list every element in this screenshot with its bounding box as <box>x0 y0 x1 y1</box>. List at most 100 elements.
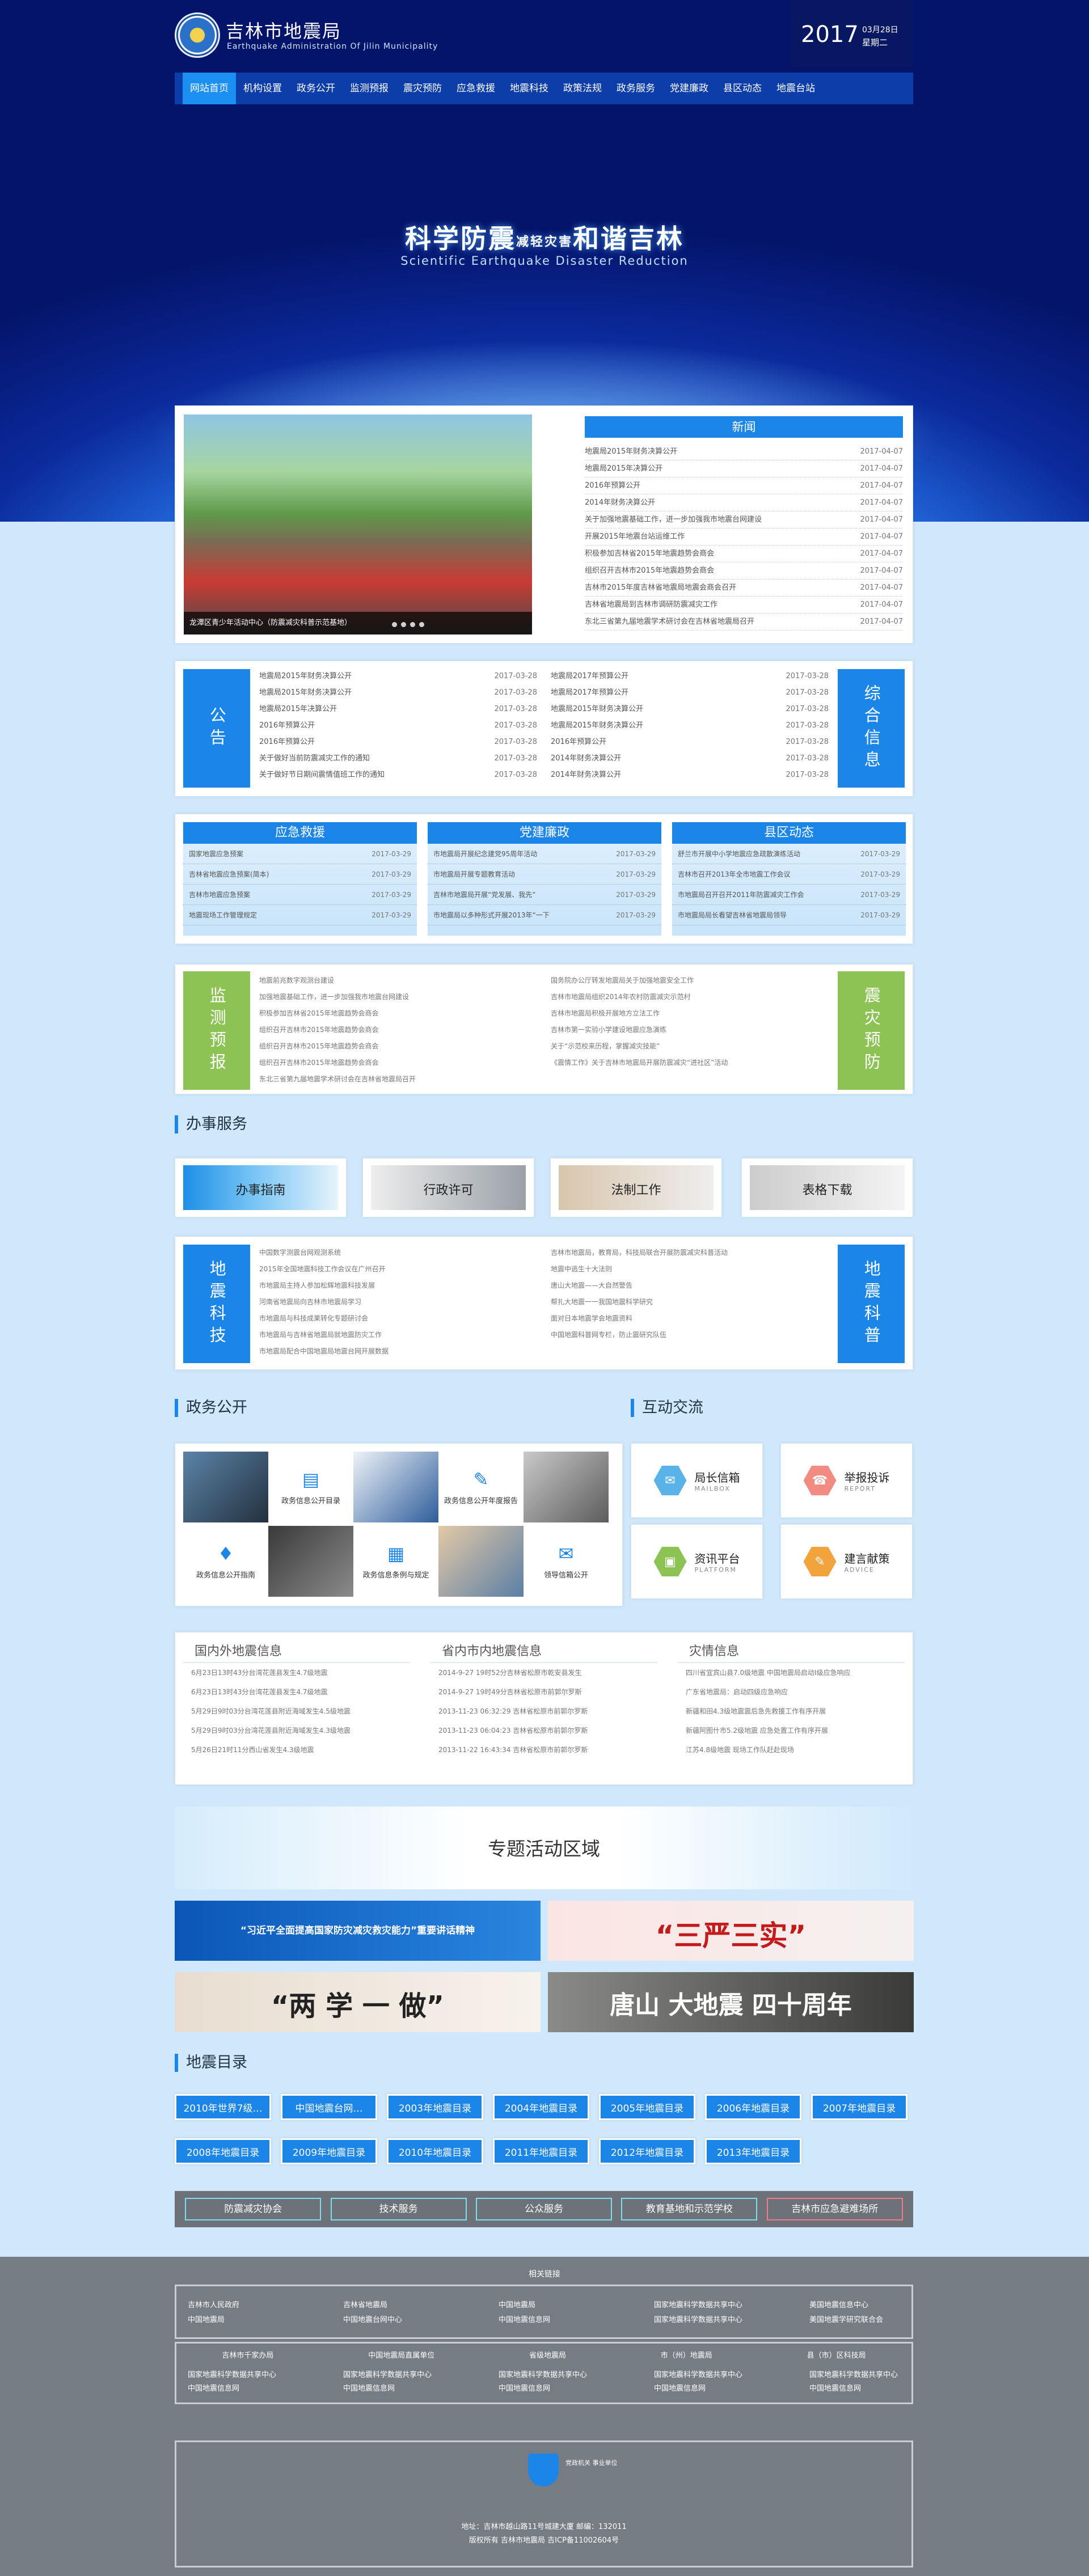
gov-guide[interactable]: ♦ 政务信息公开指南 <box>183 1526 268 1597</box>
directory-button[interactable]: 2013年地震目录 <box>705 2138 801 2164</box>
list-item[interactable]: 吉林市地震局组织2014年农村防震减灾示范村 <box>551 989 829 1005</box>
list-item[interactable]: 市地震局开展纪念建党95周年活动 2017-03-29 <box>428 844 661 864</box>
item-title[interactable]: 2013-11-22 16:43:34 吉林省松原市前郭尔罗斯 <box>438 1740 593 1759</box>
links-tab[interactable]: 县（市）区科技局 <box>807 2349 866 2360</box>
nav-item[interactable]: 应急救援 <box>449 73 503 104</box>
footer-link[interactable]: 中国地震信息网 <box>499 2382 550 2393</box>
list-item[interactable]: 新疆和田4.3级地震震后急先救援工作有序开展 <box>678 1702 905 1721</box>
nav-item[interactable]: 网站首页 <box>183 73 236 104</box>
list-item[interactable]: 市地震局局长看望吉林省地震局领导 2017-03-29 <box>672 905 906 925</box>
list-item[interactable]: 2014-9-27 19时52分吉林省松原市乾安县发生 <box>430 1663 657 1682</box>
gov-annual-report[interactable]: ✎ 政务信息公开年度报告 <box>438 1452 524 1522</box>
links-tab[interactable]: 吉林市千家办局 <box>222 2349 273 2360</box>
item-title[interactable]: 加强地震基础工作，进一步加强我市地震台网建设 <box>259 989 415 1005</box>
list-item[interactable]: 地震中逃生十大法则 <box>551 1261 829 1278</box>
item-title[interactable]: 河南省地震局向吉林市地震局学习 <box>259 1294 367 1310</box>
directory-button[interactable]: 2010年世界7级… <box>175 2094 271 2120</box>
list-item[interactable]: 2013-11-23 06:04:23 吉林省松原市前郭尔罗斯 <box>430 1721 657 1740</box>
item-title[interactable]: 国务院办公厅转发地震局关于加强地震安全工作 <box>551 972 699 989</box>
list-item[interactable]: 关于做好节日期间震情值班工作的通知 2017-03-28 <box>259 767 537 783</box>
item-title[interactable]: 东北三省第九届地震学术研讨会在吉林省地震局召开 <box>259 1071 421 1088</box>
list-item[interactable]: 地震局2015年财务决算公开 2017-03-28 <box>259 684 537 701</box>
list-item[interactable]: 5月29日9时03分台湾花莲县附近海域发生4.3级地震 <box>183 1721 410 1740</box>
carousel-dots[interactable] <box>392 622 424 627</box>
footer-link[interactable]: 国家地震科学数据共享中心 <box>654 2299 742 2309</box>
nav-item[interactable]: 震灾预防 <box>396 73 449 104</box>
footer-link[interactable]: 国家地震科学数据共享中心 <box>499 2368 587 2379</box>
item-title[interactable]: 组织召开吉林市2015年地震趋势会商会 <box>259 1022 385 1038</box>
list-item[interactable]: 吉林市2015年度吉林省地震局地震会商会召开 2017-04-07 <box>585 580 903 597</box>
item-title[interactable]: 市地震局召开召开2011年防震减灾工作会 <box>678 885 810 904</box>
topic-banner-3[interactable]: “两 学 一 做” <box>175 1972 541 2032</box>
list-item[interactable]: 2016年预算公开 2017-03-28 <box>259 734 537 750</box>
list-item[interactable]: 关于“示范校来历程，掌握减灾技能” <box>551 1038 829 1055</box>
list-item[interactable]: 地震现场工作管理规定 2017-03-29 <box>183 905 417 925</box>
footer-link[interactable]: 中国地震局 <box>499 2299 535 2309</box>
item-title[interactable]: 地震局2015年决算公开 <box>259 701 343 717</box>
directory-button[interactable]: 2010年地震目录 <box>387 2138 483 2164</box>
footer-link[interactable]: 国家地震科学数据共享中心 <box>188 2368 276 2379</box>
item-title[interactable]: 唐山大地震——大自然警告 <box>551 1278 638 1294</box>
list-item[interactable]: 6月23日13时43分台湾花莲县发生4.7级地震 <box>183 1663 410 1682</box>
footer-link[interactable]: 中国地震台网中心 <box>343 2313 402 2324</box>
list-item[interactable]: 积极参加吉林省2015年地震趋势会商会 <box>259 1005 537 1022</box>
item-title[interactable]: 地震局2017年预算公开 <box>551 668 634 684</box>
item-title[interactable]: 地震局2015年财务决算公开 <box>551 701 649 717</box>
list-item[interactable]: 唐山大地震——大自然警告 <box>551 1278 829 1294</box>
list-item[interactable]: 帮扎大地震一一我国地震科学研究 <box>551 1294 829 1310</box>
item-title[interactable]: 地震现场工作管理规定 <box>189 905 263 925</box>
list-item[interactable]: 吉林市地震局开展“党发展、我先” 2017-03-29 <box>428 885 661 905</box>
list-item[interactable]: 新疆阿图什市5.2级地震 应急处置工作有序开展 <box>678 1721 905 1740</box>
list-item[interactable]: 市地震局配合中国地震局地震台网开展数据 <box>259 1343 537 1360</box>
gov-mailbox[interactable]: ✉ 领导信箱公开 <box>524 1526 609 1597</box>
footer-link[interactable]: 吉林市人民政府 <box>188 2299 239 2309</box>
list-item[interactable]: 2014-9-27 19时49分吉林省松原市前郭尔罗斯 <box>430 1682 657 1702</box>
item-title[interactable]: 吉林市地震局组织2014年农村防震减灾示范村 <box>551 989 697 1005</box>
item-title[interactable]: 5月26日21时11分西山省发生4.3级地震 <box>191 1740 320 1759</box>
item-title[interactable]: 地震前兆数字观测台建设 <box>259 972 340 989</box>
item-title[interactable]: 市地震局与吉林省地震局就地震防灾工作 <box>259 1327 387 1343</box>
item-title[interactable]: 东北三省第九届地震学术研讨会在吉林省地震局召开 <box>585 614 760 630</box>
list-item[interactable]: 6月23日13时43分台湾花莲县发生4.7级地震 <box>183 1682 410 1702</box>
item-title[interactable]: 关于“示范校来历程，掌握减灾技能” <box>551 1038 665 1055</box>
item-title[interactable]: 新疆阿图什市5.2级地震 应急处置工作有序开展 <box>686 1721 834 1740</box>
item-title[interactable]: 吉林市地震应急预案 <box>189 885 256 904</box>
list-item[interactable]: 2014年财务决算公开 2017-03-28 <box>551 767 829 783</box>
interact-tile[interactable]: ▣ 资讯平台 PLATFORM <box>631 1524 763 1599</box>
item-title[interactable]: 吉林市地震局，教育局，科技局联合开展防震减灾科普活动 <box>551 1245 733 1261</box>
item-title[interactable]: 2016年预算公开 <box>551 734 612 750</box>
item-title[interactable]: 地震局2015年财务决算公开 <box>259 668 357 684</box>
item-title[interactable]: 关于加强地震基础工作，进一步加强我市地震台网建设 <box>585 511 767 528</box>
directory-button[interactable]: 2007年地震目录 <box>811 2094 907 2120</box>
footer-link[interactable]: 中国地震信息网 <box>499 2313 550 2324</box>
item-title[interactable]: 国家地震应急预案 <box>189 844 249 864</box>
item-title[interactable]: 组织召开吉林市2015年地震趋势会商会 <box>585 562 720 579</box>
list-item[interactable]: 地震局2017年预算公开 2017-03-28 <box>551 684 829 701</box>
list-item[interactable]: 地震局2015年财务决算公开 2017-04-07 <box>585 443 903 460</box>
general-info-label[interactable]: 综合信息 <box>838 669 905 788</box>
footer-link[interactable]: 国家地震科学数据共享中心 <box>654 2368 742 2379</box>
quick-link-button[interactable]: 防震减灾协会 <box>185 2198 322 2220</box>
topic-banner-1[interactable]: “习近平全面提高国家防灾减灾救灾能力”重要讲话精神 <box>175 1901 541 1961</box>
list-item[interactable]: 国务院办公厅转发地震局关于加强地震安全工作 <box>551 972 829 989</box>
item-title[interactable]: 关于做好节日期间震情值班工作的通知 <box>259 767 390 783</box>
nav-item[interactable]: 县区动态 <box>716 73 769 104</box>
item-title[interactable]: 面对日本地震学会地震资料 <box>551 1310 638 1327</box>
list-item[interactable]: 地震局2015年决算公开 2017-03-28 <box>259 701 537 717</box>
carousel-dot[interactable] <box>392 622 397 627</box>
item-title[interactable]: 积极参加吉林省2015年地震趋势会商会 <box>585 545 720 562</box>
directory-button[interactable]: 2004年地震目录 <box>493 2094 589 2120</box>
service-guide[interactable]: 办事指南 <box>175 1158 347 1217</box>
list-item[interactable]: 吉林市地震局积极开展地方立法工作 <box>551 1005 829 1022</box>
item-title[interactable]: 吉林市第一实验小学建设地震应急演练 <box>551 1022 672 1038</box>
item-title[interactable]: 吉林市2015年度吉林省地震局地震会商会召开 <box>585 580 742 596</box>
list-item[interactable]: 市地震局以多种形式开展2013年“一下 2017-03-29 <box>428 905 661 925</box>
interact-tile[interactable]: ✉ 局长信箱 MAILBOX <box>631 1443 763 1518</box>
interact-tile[interactable]: ☎ 举报投诉 REPORT <box>780 1443 913 1518</box>
item-title[interactable]: 市地震局开展专题教育活动 <box>433 864 521 884</box>
gov-catalog[interactable]: ▤ 政务信息公开目录 <box>268 1452 353 1522</box>
item-title[interactable]: 地震局2017年预算公开 <box>551 684 634 701</box>
item-title[interactable]: 市地震局配合中国地震局地震台网开展数据 <box>259 1343 394 1360</box>
list-item[interactable]: 吉林省地震应急预案(简本) 2017-03-29 <box>183 864 417 885</box>
list-item[interactable]: 河南省地震局向吉林市地震局学习 <box>259 1294 537 1310</box>
